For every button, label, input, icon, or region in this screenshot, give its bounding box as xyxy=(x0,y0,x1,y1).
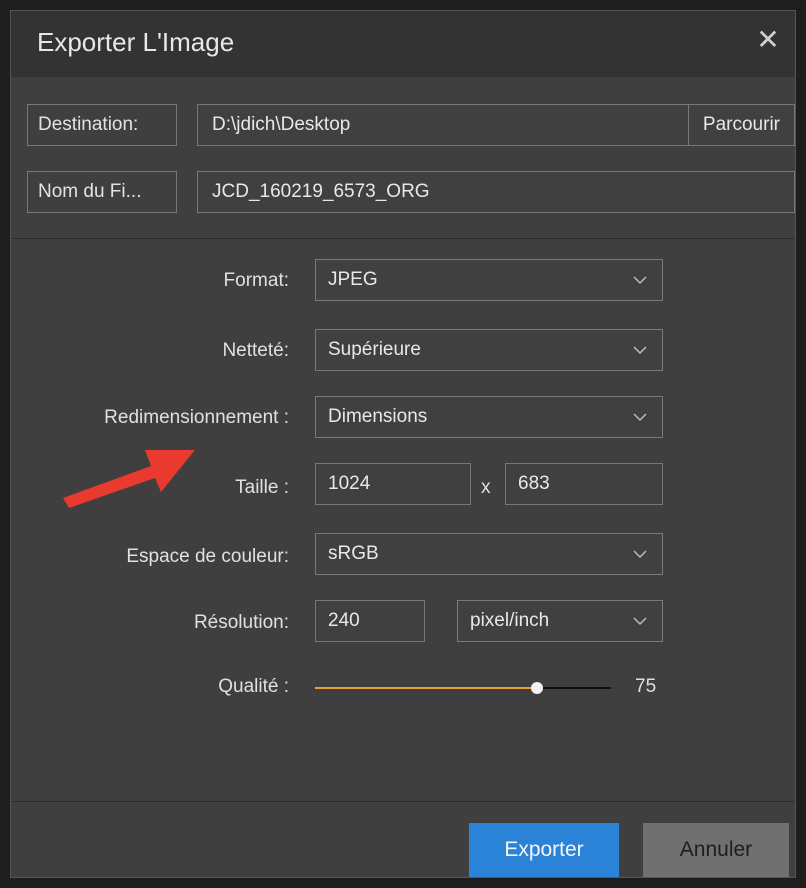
section-divider xyxy=(11,238,795,239)
dialog-title: Exporter L'Image xyxy=(37,27,235,57)
destination-value: D:\jdich\Desktop xyxy=(212,114,351,135)
resolution-input[interactable]: 240 xyxy=(315,600,425,642)
quality-slider-thumb[interactable] xyxy=(531,682,543,694)
export-button[interactable]: Exporter xyxy=(469,823,619,877)
title-bar: Exporter L'Image ✕ xyxy=(11,11,795,77)
resolution-label: Résolution: xyxy=(193,612,289,633)
width-value: 1024 xyxy=(328,473,371,494)
chevron-down-icon xyxy=(633,276,647,285)
chevron-down-icon xyxy=(633,346,647,355)
colorspace-value: sRGB xyxy=(328,543,379,564)
close-icon[interactable]: ✕ xyxy=(753,25,783,55)
height-value: 683 xyxy=(518,473,550,494)
sharpness-select[interactable]: Supérieure xyxy=(315,329,663,371)
quality-slider-fill xyxy=(315,687,537,689)
chevron-down-icon xyxy=(633,413,647,422)
resize-label: Redimensionnement : xyxy=(104,407,289,428)
footer-divider xyxy=(11,801,795,802)
resolution-unit-value: pixel/inch xyxy=(470,610,550,631)
resolution-value: 240 xyxy=(328,610,360,631)
annotation-arrow-icon xyxy=(63,450,195,508)
sharpness-value: Supérieure xyxy=(328,339,421,360)
quality-value: 75 xyxy=(635,676,657,697)
colorspace-select[interactable]: sRGB xyxy=(315,533,663,575)
filename-value: JCD_160219_6573_ORG xyxy=(212,181,430,202)
resize-value: Dimensions xyxy=(328,406,428,427)
destination-label: Destination: xyxy=(27,104,177,146)
size-separator: x xyxy=(481,477,491,498)
cancel-button[interactable]: Annuler xyxy=(643,823,789,877)
browse-button[interactable]: Parcourir xyxy=(687,105,794,145)
quality-slider[interactable] xyxy=(315,677,611,701)
chevron-down-icon xyxy=(633,550,647,559)
chevron-down-icon xyxy=(633,617,647,626)
colorspace-label: Espace de couleur: xyxy=(126,546,289,567)
width-input[interactable]: 1024 xyxy=(315,463,471,505)
resolution-unit-select[interactable]: pixel/inch xyxy=(457,600,663,642)
filename-field[interactable]: JCD_160219_6573_ORG xyxy=(197,171,795,213)
format-value: JPEG xyxy=(328,269,378,290)
quality-slider-track xyxy=(537,687,611,689)
sharpness-label: Netteté: xyxy=(222,340,289,361)
format-label: Format: xyxy=(223,270,289,291)
format-select[interactable]: JPEG xyxy=(315,259,663,301)
quality-label: Qualité : xyxy=(218,676,289,697)
filename-label: Nom du Fi... xyxy=(27,171,177,213)
resize-select[interactable]: Dimensions xyxy=(315,396,663,438)
size-label: Taille : xyxy=(235,477,289,498)
destination-field[interactable]: D:\jdich\Desktop Parcourir xyxy=(197,104,795,146)
height-input[interactable]: 683 xyxy=(505,463,663,505)
